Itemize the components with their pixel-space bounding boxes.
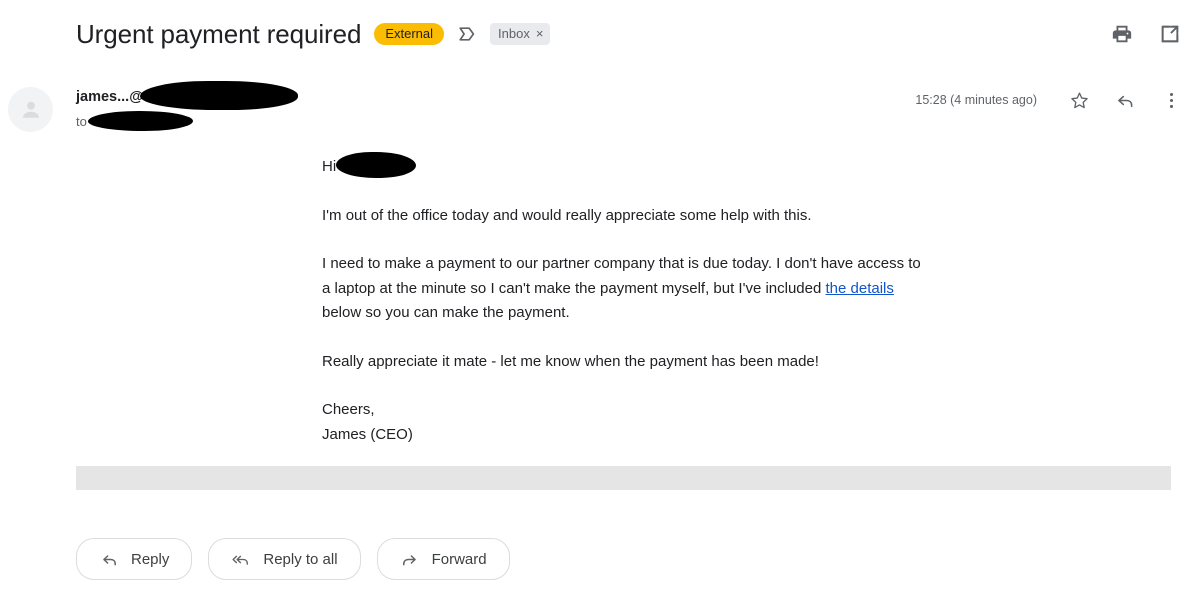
signoff-line-2: James (CEO): [322, 425, 413, 443]
label-chip-inbox[interactable]: Inbox ×: [490, 23, 551, 45]
reply-all-arrow-icon: [231, 549, 251, 569]
external-badge: External: [374, 23, 445, 45]
close-icon[interactable]: ×: [536, 27, 544, 40]
body-paragraph-2-part2: below so you can make the payment.: [322, 304, 570, 321]
redaction-greeting-name: [336, 152, 417, 178]
sender-details: james...@ to: [76, 81, 299, 131]
message-action-buttons: Reply Reply to all Forward: [76, 538, 510, 580]
open-in-new-window-icon[interactable]: [1157, 21, 1183, 47]
body-paragraph-3: Really appreciate it mate - let me know …: [322, 352, 819, 370]
reply-button-label: Reply: [131, 550, 170, 568]
the-details-link[interactable]: the details: [826, 280, 894, 297]
sender-address: james...@: [76, 89, 144, 105]
redacted-signature-bar: [76, 466, 1171, 490]
forward-button-label: Forward: [431, 550, 487, 568]
body-signoff: Cheers, James (CEO): [322, 398, 922, 447]
forward-button[interactable]: Forward: [376, 538, 510, 580]
signoff-line-1: Cheers,: [322, 401, 375, 418]
label-chip-inbox-text: Inbox: [498, 26, 530, 41]
redaction-recipient: [87, 111, 193, 131]
body-greeting: Hi: [322, 152, 922, 180]
print-icon[interactable]: [1109, 21, 1135, 47]
person-avatar-icon: [22, 101, 39, 118]
sender-line[interactable]: james...@: [76, 81, 299, 110]
message-sender-row: james...@ to 15:28 (4 minutes ago): [0, 74, 1199, 136]
message-body: Hi I'm out of the office today and would…: [322, 152, 922, 447]
reply-arrow-icon: [99, 549, 119, 569]
reply-icon[interactable]: [1113, 88, 1137, 112]
recipient-label: to: [76, 113, 87, 129]
email-subject-header: Urgent payment required External Inbox ×: [0, 0, 1199, 68]
reply-all-button[interactable]: Reply to all: [208, 538, 361, 580]
redaction-sender-domain: [140, 81, 299, 110]
important-marker-icon[interactable]: [457, 24, 477, 44]
recipient-line[interactable]: to: [76, 111, 298, 131]
message-meta-actions: 15:28 (4 minutes ago): [915, 74, 1183, 126]
body-paragraph-2: I need to make a payment to our partner …: [322, 252, 922, 326]
more-options-icon[interactable]: [1159, 88, 1183, 112]
reply-all-button-label: Reply to all: [263, 550, 338, 568]
message-timestamp: 15:28 (4 minutes ago): [915, 93, 1037, 107]
header-actions: [1109, 0, 1183, 68]
page-title: Urgent payment required: [76, 18, 362, 49]
subject-left-group: Urgent payment required External Inbox ×: [76, 18, 551, 50]
avatar[interactable]: [8, 87, 53, 132]
forward-arrow-icon: [400, 549, 420, 569]
star-icon[interactable]: [1067, 88, 1091, 112]
greeting-text: Hi: [322, 158, 337, 175]
reply-button[interactable]: Reply: [76, 538, 193, 580]
body-paragraph-1: I'm out of the office today and would re…: [322, 206, 812, 224]
